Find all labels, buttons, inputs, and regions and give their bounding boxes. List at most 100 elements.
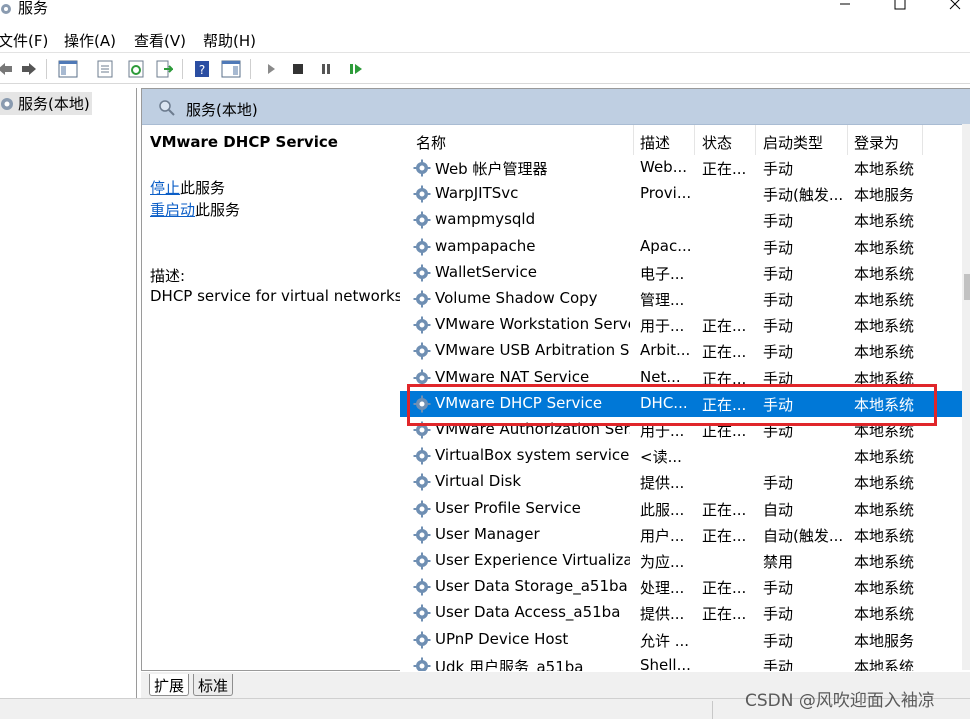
start-service-icon[interactable] xyxy=(260,58,282,80)
column-divider[interactable] xyxy=(847,125,848,155)
service-row[interactable]: User Profile Service 此服... 正在... 自动 本地系统 xyxy=(400,496,970,522)
column-description[interactable]: 描述 xyxy=(640,132,670,156)
service-row[interactable]: VMware Workstation Server 用于... 正在... 手动 本地系… xyxy=(400,312,970,338)
service-logon-cell: 本地系统 xyxy=(854,579,915,597)
console-tree: 服务(本地) xyxy=(0,88,137,698)
service-status-cell: 正在... xyxy=(702,605,747,623)
scrollbar-thumb[interactable] xyxy=(964,274,970,300)
service-name-cell: wampapache xyxy=(435,237,536,255)
column-divider[interactable] xyxy=(633,125,634,155)
refresh-icon[interactable] xyxy=(125,58,147,80)
service-name-cell: UPnP Device Host xyxy=(435,630,569,648)
service-row[interactable]: Volume Shadow Copy 管理... 手动 本地系统 xyxy=(400,286,970,312)
service-logon-cell: 本地系统 xyxy=(854,265,915,283)
service-row[interactable]: Web 帐户管理器 Web... 正在... 手动 本地系统 xyxy=(400,155,970,181)
menu-action[interactable]: 操作(A) xyxy=(64,28,116,53)
service-logon-cell: 本地系统 xyxy=(854,239,915,257)
tab-standard[interactable]: 标准 xyxy=(193,674,234,696)
menu-view[interactable]: 查看(V) xyxy=(134,28,186,53)
column-startup-type[interactable]: 启动类型 xyxy=(763,132,823,156)
service-row[interactable]: WalletService 电子... 手动 本地系统 xyxy=(400,260,970,286)
restart-service-icon[interactable] xyxy=(345,58,367,80)
close-icon xyxy=(949,0,961,10)
service-row[interactable]: Virtual Disk 提供... 手动 本地系统 xyxy=(400,469,970,495)
service-row[interactable]: Udk 用户服务_a51ba Shell... 手动 本地系统 xyxy=(400,653,970,671)
window-title: 服务 xyxy=(18,0,49,17)
service-gear-icon xyxy=(413,211,431,229)
service-startup-cell: 手动 xyxy=(763,605,794,623)
column-divider[interactable] xyxy=(922,125,923,155)
service-row[interactable]: VirtualBox system service <读... 本地系统 xyxy=(400,443,970,469)
search-icon xyxy=(158,99,176,121)
service-name-cell: User Data Access_a51ba xyxy=(435,603,621,621)
service-row[interactable]: User Manager 用户... 正在... 自动(触发... 本地系统 xyxy=(400,522,970,548)
stop-service-link[interactable]: 停止 xyxy=(150,179,180,197)
service-name-cell: wampmysqld xyxy=(435,210,536,228)
service-row[interactable]: User Experience Virtualizat... 为应... 禁用 本地系… xyxy=(400,548,970,574)
services-pane: 服务(本地) VMware DHCP Service 停止此服务 重启动此服务 … xyxy=(141,88,970,671)
restart-service-link[interactable]: 重启动 xyxy=(150,201,195,219)
menu-bar: 文件(F) 操作(A) 查看(V) 帮助(H) xyxy=(0,26,970,50)
service-desc-cell: <读... xyxy=(640,448,682,466)
export-list-icon[interactable] xyxy=(153,58,175,80)
show-hide-tree-icon[interactable] xyxy=(57,58,79,80)
service-startup-cell: 手动 xyxy=(763,474,794,492)
service-startup-cell: 手动 xyxy=(763,160,794,178)
status-separator xyxy=(712,701,713,719)
service-desc-cell: 提供... xyxy=(640,605,685,623)
service-gear-icon xyxy=(413,526,431,544)
column-status[interactable]: 状态 xyxy=(702,132,732,156)
service-row[interactable]: wampapache Apac... 手动 本地系统 xyxy=(400,234,970,260)
svg-text:?: ? xyxy=(199,63,205,77)
service-row[interactable]: VMware USB Arbitration S... Arbit... 正在...… xyxy=(400,338,970,364)
show-hide-action-pane-icon[interactable] xyxy=(220,58,242,80)
service-status-cell: 正在... xyxy=(702,527,747,545)
column-logon-as[interactable]: 登录为 xyxy=(854,132,899,156)
pause-service-icon[interactable] xyxy=(315,58,337,80)
menu-file[interactable]: 文件(F) xyxy=(0,28,48,53)
service-logon-cell: 本地系统 xyxy=(854,553,915,571)
menu-help[interactable]: 帮助(H) xyxy=(203,28,256,53)
service-desc-cell: 用于... xyxy=(640,317,685,335)
maximize-button[interactable] xyxy=(877,0,923,14)
forward-icon[interactable] xyxy=(18,58,40,80)
service-desc-cell: Web... xyxy=(640,158,688,176)
service-row[interactable]: User Data Storage_a51ba 处理... 正在... 手动 本地系统 xyxy=(400,574,970,600)
service-desc-cell: 允许 ... xyxy=(640,632,690,650)
service-name-cell: Virtual Disk xyxy=(435,472,522,490)
close-button[interactable] xyxy=(932,0,970,14)
service-name-cell: Web 帐户管理器 xyxy=(435,160,548,178)
back-icon[interactable] xyxy=(0,58,16,80)
service-startup-cell: 手动 xyxy=(763,632,794,650)
service-startup-cell: 手动 xyxy=(763,239,794,257)
service-row[interactable]: WarpJITSvc Provi... 手动(触发... 本地服务 xyxy=(400,181,970,207)
properties-icon[interactable] xyxy=(94,58,116,80)
column-divider[interactable] xyxy=(755,125,756,155)
service-gear-icon xyxy=(413,631,431,649)
service-name-cell: Volume Shadow Copy xyxy=(435,289,598,307)
help-icon[interactable]: ? xyxy=(191,58,213,80)
service-row[interactable]: UPnP Device Host 允许 ... 手动 本地服务 xyxy=(400,627,970,653)
service-desc-cell: 管理... xyxy=(640,291,685,309)
service-name-cell: WalletService xyxy=(435,263,537,281)
service-gear-icon xyxy=(413,604,431,622)
toolbar-separator xyxy=(250,59,251,79)
service-name-cell: User Data Storage_a51ba xyxy=(435,577,628,595)
description-label: 描述: xyxy=(150,267,186,285)
column-name[interactable]: 名称 xyxy=(416,132,446,156)
tree-node-services-local[interactable]: 服务(本地) xyxy=(0,92,92,115)
tab-extended[interactable]: 扩展 xyxy=(149,674,190,696)
service-desc-cell: 电子... xyxy=(640,265,685,283)
service-row[interactable]: User Data Access_a51ba 提供... 正在... 手动 本地系统 xyxy=(400,600,970,626)
service-name-cell: WarpJITSvc xyxy=(435,184,519,202)
service-gear-icon xyxy=(413,657,431,671)
service-row[interactable]: wampmysqld 手动 本地系统 xyxy=(400,207,970,233)
stop-service-icon[interactable] xyxy=(287,58,309,80)
service-startup-cell: 手动 xyxy=(763,212,794,230)
minimize-button[interactable] xyxy=(822,0,868,14)
column-divider[interactable] xyxy=(694,125,695,155)
service-gear-icon xyxy=(413,500,431,518)
service-startup-cell: 手动 xyxy=(763,579,794,597)
service-startup-cell: 手动 xyxy=(763,291,794,309)
vertical-scrollbar[interactable] xyxy=(962,124,970,670)
